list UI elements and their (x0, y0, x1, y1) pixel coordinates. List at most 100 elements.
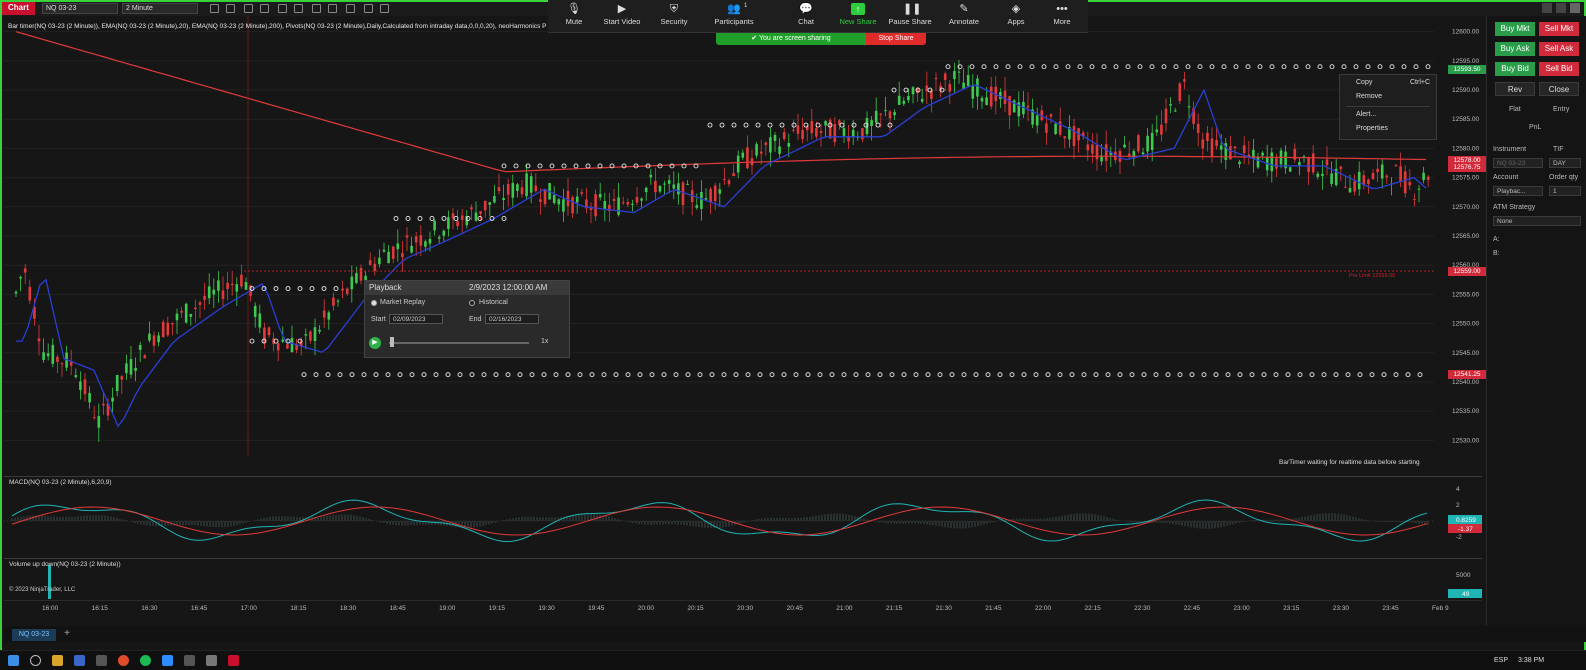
tif-select[interactable]: DAY (1549, 158, 1581, 168)
stop-share-button[interactable]: Stop Share (866, 33, 926, 45)
playback-slider[interactable] (389, 342, 529, 344)
volume-canvas[interactable]: 5000 49 (4, 559, 1484, 601)
drawing-tools-icon[interactable] (328, 4, 337, 13)
maximize-button[interactable] (1556, 3, 1566, 13)
menu-item-alert[interactable]: Alert... (1356, 111, 1376, 118)
price-chart-panel[interactable]: 12600.00 12595.00 12590.00 12585.00 12580.00… (4, 16, 1482, 476)
close-position-button[interactable]: Close (1539, 82, 1579, 96)
zoom-more-button[interactable]: ••• More (1036, 3, 1088, 26)
pivot-dot (709, 372, 715, 378)
video-camera-icon: ▶ (617, 3, 627, 15)
time-axis[interactable]: 16:00 16:15 16:30 16:45 17:00 18:15 18:30 18:45… (4, 600, 1482, 614)
zoom-apps-button[interactable]: ◈ Apps (990, 3, 1042, 26)
tab-nq-03-23[interactable]: NQ 03-23 (12, 629, 56, 641)
tray-clock[interactable]: 3:38 PM (1518, 657, 1544, 664)
zoom-new-share-button[interactable]: ↑ New Share (832, 3, 884, 26)
candle-body (419, 235, 423, 246)
app-icon-1[interactable] (74, 655, 85, 666)
menu-item-properties[interactable]: Properties (1356, 125, 1388, 132)
volume-panel[interactable]: 5000 49 Volume up down(NQ 03-23 (2 Minute… (4, 558, 1484, 601)
playback-title-bar[interactable]: Playback 2/9/2023 12:00:00 AM (365, 281, 569, 295)
candle-body (948, 83, 952, 92)
candle-body (1054, 123, 1057, 135)
indicators-icon[interactable] (226, 4, 235, 13)
tray-language[interactable]: ESP (1494, 657, 1508, 664)
sell-mkt-button[interactable]: Sell Mkt (1539, 22, 1579, 36)
snapshot-icon[interactable] (364, 4, 373, 13)
list-icon[interactable] (380, 4, 389, 13)
app-icon-3[interactable] (184, 655, 195, 666)
app-icon-2[interactable] (96, 655, 107, 666)
playback-slider-thumb[interactable] (389, 337, 394, 347)
pointer-icon[interactable] (278, 4, 287, 13)
candle-body (539, 199, 542, 203)
candle-body (759, 151, 763, 154)
zoom-annotate-button[interactable]: ✎ Annotate (938, 3, 990, 26)
buy-bid-button[interactable]: Buy Bid (1495, 62, 1535, 76)
zoom-item-label: Start Video (603, 17, 641, 26)
zoom-start-video-button[interactable]: ▶ Start Video (596, 3, 648, 26)
start-date-select[interactable]: 02/09/2023 (389, 314, 443, 324)
zoom-in-icon[interactable] (244, 4, 253, 13)
line-tool-icon[interactable] (346, 4, 355, 13)
app-title: Chart (2, 2, 35, 15)
windows-start-icon[interactable] (8, 655, 19, 666)
pivot-dot (1249, 372, 1255, 378)
historical-radio[interactable] (469, 300, 475, 306)
playback-speed[interactable]: 1x (541, 338, 548, 345)
macd-canvas[interactable]: 420-20.8259-1.37 (4, 477, 1484, 559)
zoom-participants-button[interactable]: 👥 Participants 1 (708, 3, 760, 26)
menu-item-copy[interactable]: Copy Ctrl+C (1356, 79, 1430, 86)
time-tick-label: 19:15 (488, 605, 506, 612)
price-tick-label: 12540.00 (1452, 379, 1479, 386)
sell-ask-button[interactable]: Sell Ask (1539, 42, 1579, 56)
search-icon[interactable] (30, 655, 41, 666)
account-select[interactable]: Playbac... (1493, 186, 1543, 196)
file-explorer-icon[interactable] (52, 655, 63, 666)
candle-body (626, 202, 630, 205)
order-qty-input[interactable]: 1 (1549, 186, 1581, 196)
copy-icon[interactable] (294, 4, 303, 13)
close-window-button[interactable] (1570, 3, 1580, 13)
price-chart-canvas[interactable]: 12600.00 12595.00 12590.00 12585.00 12580.00… (4, 16, 1482, 476)
instrument-select[interactable]: NQ 03-23 (42, 3, 118, 14)
zoom-mute-button[interactable]: 🎙 Mute (548, 3, 600, 26)
interval-select[interactable]: 2 Minute (122, 3, 198, 14)
macd-panel[interactable]: 420-20.8259-1.37 MACD(NQ 03-23 (2 Minute… (4, 476, 1484, 559)
buy-mkt-button[interactable]: Buy Mkt (1495, 22, 1535, 36)
pivot-dot (1149, 64, 1155, 70)
zoom-chat-button[interactable]: 💬 Chat (780, 3, 832, 26)
sell-bid-button[interactable]: Sell Bid (1539, 62, 1579, 76)
zoom-security-button[interactable]: ⛨ Security (648, 3, 700, 26)
time-tick-label: 20:30 (737, 605, 754, 612)
zoom-icon[interactable] (162, 655, 173, 666)
chrome-icon[interactable] (118, 655, 129, 666)
properties-icon[interactable] (312, 4, 321, 13)
price-tick-label: 12570.00 (1452, 204, 1479, 211)
pivot-dot (649, 372, 655, 378)
reverse-button[interactable]: Rev (1495, 82, 1535, 96)
instrument-select-panel[interactable]: NQ 03-23 (1493, 158, 1543, 168)
candle-body (1261, 152, 1264, 156)
menu-item-remove[interactable]: Remove (1356, 93, 1382, 100)
pivot-dot (517, 372, 523, 378)
add-tab-button[interactable]: + (60, 628, 74, 640)
pivot-dot (537, 163, 543, 169)
candle-body (516, 184, 519, 191)
candle-body (736, 155, 740, 173)
zoom-out-icon[interactable] (260, 4, 269, 13)
app-icon-4[interactable] (206, 655, 217, 666)
candle-body (635, 197, 639, 203)
zoom-pause-share-button[interactable]: ❚❚ Pause Share (884, 3, 936, 26)
pivot-dot (1141, 372, 1147, 378)
end-date-select[interactable]: 02/16/2023 (485, 314, 539, 324)
minimize-button[interactable] (1542, 3, 1552, 13)
buy-ask-button[interactable]: Buy Ask (1495, 42, 1535, 56)
play-button[interactable]: ▶ (369, 337, 381, 349)
bar-type-icon[interactable] (210, 4, 219, 13)
atm-strategy-select[interactable]: None (1493, 216, 1581, 226)
ninjatrader-icon[interactable] (228, 655, 239, 666)
spotify-icon[interactable] (140, 655, 151, 666)
market-replay-radio[interactable] (371, 300, 377, 306)
candle-body (746, 147, 749, 169)
